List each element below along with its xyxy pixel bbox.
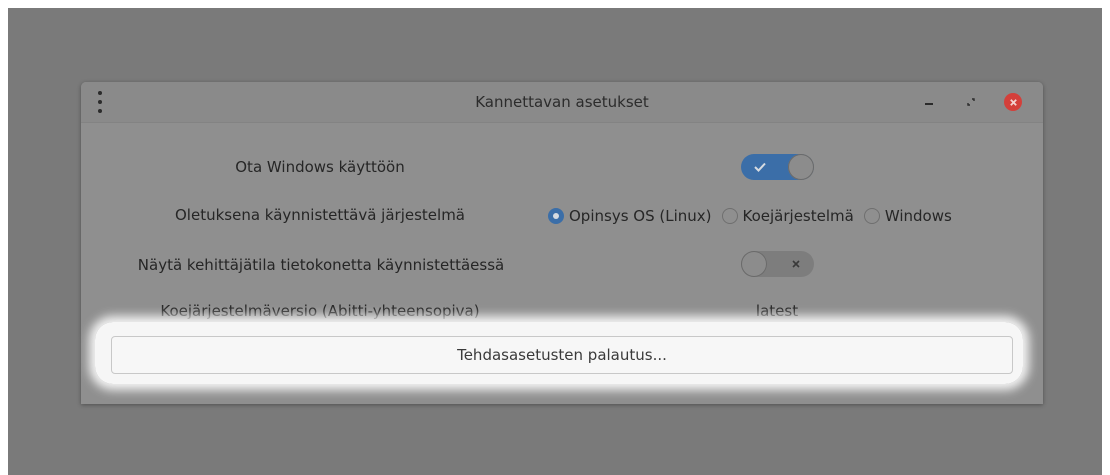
factory-reset-button[interactable]: Tehdasasetusten palautus... — [111, 336, 1013, 374]
minimize-icon[interactable] — [919, 92, 939, 112]
radio-koejarjestelma[interactable]: Koejärjestelmä — [721, 207, 854, 225]
radio-selected-icon — [548, 208, 564, 224]
developer-mode-label: Näytä kehittäjätila tietokonetta käynnis… — [137, 256, 505, 274]
close-icon[interactable] — [1003, 92, 1023, 112]
check-icon — [754, 154, 766, 180]
radio-windows[interactable]: Windows — [863, 207, 952, 225]
radio-unselected-icon — [863, 208, 880, 224]
cross-icon — [791, 251, 801, 277]
enable-windows-toggle[interactable] — [741, 154, 814, 180]
maximize-icon[interactable] — [961, 92, 981, 112]
exam-version-label: Koejärjestelmäversio (Abitti-yhteensopiv… — [160, 302, 480, 320]
developer-mode-toggle[interactable] — [741, 251, 814, 277]
enable-windows-label: Ota Windows käyttöön — [235, 158, 405, 176]
radio-opinsys-os[interactable]: Opinsys OS (Linux) — [548, 207, 712, 225]
title-bar: Kannettavan asetukset — [81, 82, 1043, 123]
radio-unselected-icon — [721, 208, 738, 224]
exam-version-value: latest — [755, 302, 799, 320]
window-title: Kannettavan asetukset — [475, 93, 649, 111]
default-os-label: Oletuksena käynnistettävä järjestelmä — [175, 206, 465, 224]
default-os-radio-group: Opinsys OS (Linux) Koejärjestelmä Window… — [468, 205, 962, 227]
